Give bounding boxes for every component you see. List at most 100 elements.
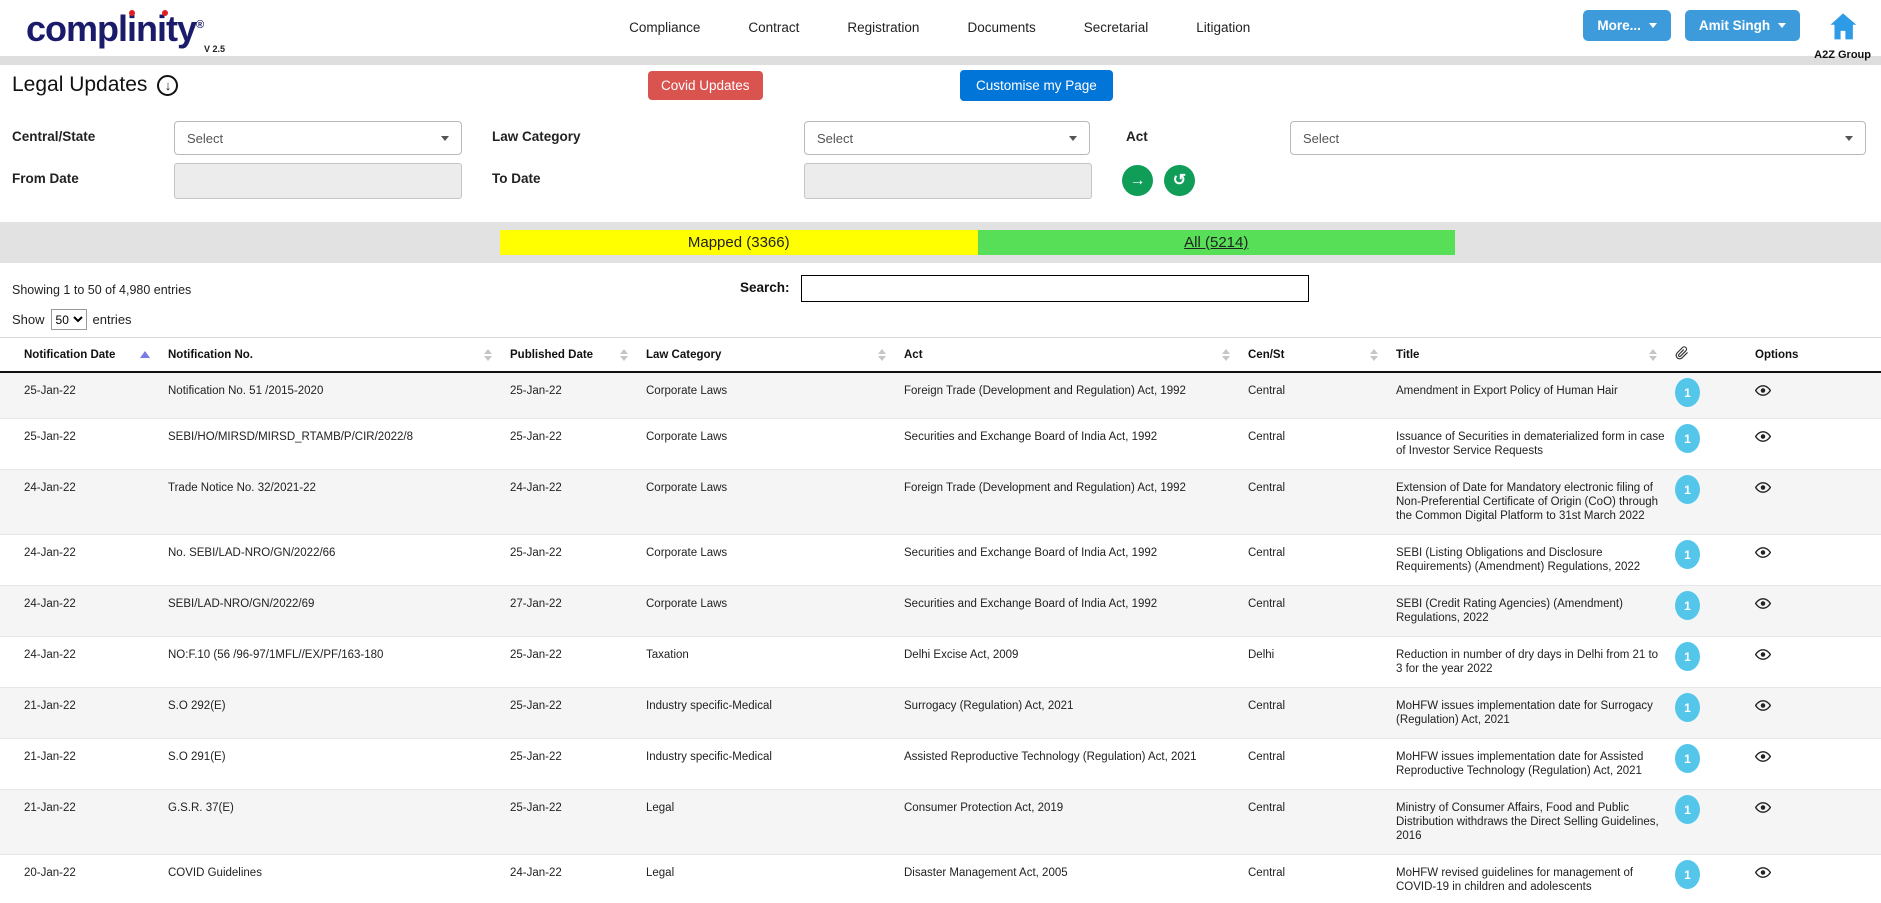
paperclip-icon <box>1675 351 1689 363</box>
table-row: 25-Jan-22 SEBI/HO/MIRSD/MIRSD_RTAMB/P/CI… <box>0 419 1881 470</box>
cell-act: Assisted Reproductive Technology (Regula… <box>904 739 1248 790</box>
cell-cen-st: Central <box>1248 419 1396 470</box>
sort-icons <box>484 349 492 361</box>
attachment-count-badge[interactable]: 1 <box>1675 795 1700 824</box>
title-row: Legal Updates ↓ Covid Updates Customise … <box>0 65 1881 107</box>
tab-bar: Mapped (3366) All (5214) <box>500 230 1455 255</box>
col-header-options: Options <box>1755 338 1881 373</box>
cell-law-category: Industry specific-Medical <box>646 688 904 739</box>
cell-title: Extension of Date for Mandatory electron… <box>1396 470 1675 535</box>
cell-law-category: Taxation <box>646 637 904 688</box>
cell-attachments: 1 <box>1675 637 1755 688</box>
col-header-title[interactable]: Title <box>1396 338 1675 373</box>
nav-item-litigation[interactable]: Litigation <box>1196 20 1250 35</box>
table-row: 21-Jan-22 G.S.R. 37(E) 25-Jan-22 Legal C… <box>0 790 1881 855</box>
view-details-icon[interactable] <box>1755 384 1771 401</box>
cell-act: Foreign Trade (Development and Regulatio… <box>904 372 1248 419</box>
act-select[interactable]: Select <box>1290 121 1866 155</box>
attachment-count-badge[interactable]: 1 <box>1675 475 1700 504</box>
tab-band: Mapped (3366) All (5214) <box>0 222 1881 263</box>
cell-attachments: 1 <box>1675 739 1755 790</box>
top-bar: complinity® V 2.5 Compliance Contract Re… <box>0 0 1881 56</box>
col-header-notification-date[interactable]: Notification Date <box>0 338 168 373</box>
table-row: 21-Jan-22 S.O 291(E) 25-Jan-22 Industry … <box>0 739 1881 790</box>
cell-law-category: Corporate Laws <box>646 372 904 419</box>
covid-updates-button[interactable]: Covid Updates <box>648 71 763 100</box>
cell-notification-no: S.O 291(E) <box>168 739 510 790</box>
sort-icons <box>1649 349 1657 361</box>
cell-cen-st: Central <box>1248 790 1396 855</box>
search-go-button[interactable]: → <box>1122 165 1153 196</box>
view-details-icon[interactable] <box>1755 750 1771 767</box>
col-header-law-category[interactable]: Law Category <box>646 338 904 373</box>
customise-my-page-button[interactable]: Customise my Page <box>960 70 1113 101</box>
cell-published-date: 24-Jan-22 <box>510 470 646 535</box>
cell-options <box>1755 535 1881 586</box>
cell-act: Disaster Management Act, 2005 <box>904 855 1248 903</box>
nav-item-contract[interactable]: Contract <box>748 20 799 35</box>
central-state-select[interactable]: Select <box>174 121 462 155</box>
view-details-icon[interactable] <box>1755 546 1771 563</box>
cell-notification-no: No. SEBI/LAD-NRO/GN/2022/66 <box>168 535 510 586</box>
nav-item-registration[interactable]: Registration <box>847 20 919 35</box>
view-details-icon[interactable] <box>1755 648 1771 665</box>
view-details-icon[interactable] <box>1755 430 1771 447</box>
logo-red-dot <box>129 10 135 16</box>
attachment-count-badge[interactable]: 1 <box>1675 378 1700 407</box>
attachment-count-badge[interactable]: 1 <box>1675 424 1700 453</box>
cell-notification-date: 20-Jan-22 <box>0 855 168 903</box>
cell-attachments: 1 <box>1675 790 1755 855</box>
attachment-count-badge[interactable]: 1 <box>1675 860 1700 889</box>
col-header-act[interactable]: Act <box>904 338 1248 373</box>
attachment-count-badge[interactable]: 1 <box>1675 540 1700 569</box>
col-header-cen-st[interactable]: Cen/St <box>1248 338 1396 373</box>
view-details-icon[interactable] <box>1755 866 1771 883</box>
attachment-count-badge[interactable]: 1 <box>1675 744 1700 773</box>
reset-button[interactable]: ↺ <box>1164 165 1195 196</box>
cell-published-date: 25-Jan-22 <box>510 688 646 739</box>
col-header-notification-no[interactable]: Notification No. <box>168 338 510 373</box>
show-label: Show <box>12 312 45 327</box>
cell-attachments: 1 <box>1675 470 1755 535</box>
chevron-down-icon <box>1778 23 1786 28</box>
table-row: 24-Jan-22 NO:F.10 (56 /96-97/1MFL//EX/PF… <box>0 637 1881 688</box>
view-details-icon[interactable] <box>1755 597 1771 614</box>
attachment-count-badge[interactable]: 1 <box>1675 642 1700 671</box>
from-date-input[interactable] <box>174 163 462 199</box>
nav-item-secretarial[interactable]: Secretarial <box>1084 20 1149 35</box>
view-details-icon[interactable] <box>1755 481 1771 498</box>
cell-title: MoHFW revised guidelines for management … <box>1396 855 1675 903</box>
showing-entries-text: Showing 1 to 50 of 4,980 entries <box>12 283 191 297</box>
cell-cen-st: Delhi <box>1248 637 1396 688</box>
more-button[interactable]: More... <box>1583 10 1671 41</box>
cell-notification-date: 21-Jan-22 <box>0 790 168 855</box>
attachment-count-badge[interactable]: 1 <box>1675 693 1700 722</box>
tab-all[interactable]: All (5214) <box>978 230 1456 255</box>
nav-item-compliance[interactable]: Compliance <box>629 20 700 35</box>
download-circle-icon[interactable]: ↓ <box>157 75 178 96</box>
cell-published-date: 25-Jan-22 <box>510 419 646 470</box>
attachment-count-badge[interactable]: 1 <box>1675 591 1700 620</box>
cell-published-date: 25-Jan-22 <box>510 372 646 419</box>
nav-item-documents[interactable]: Documents <box>967 20 1035 35</box>
view-details-icon[interactable] <box>1755 801 1771 818</box>
chevron-down-icon <box>1069 136 1077 141</box>
home-icon[interactable] <box>1826 10 1860 47</box>
cell-act: Delhi Excise Act, 2009 <box>904 637 1248 688</box>
page-size-select[interactable]: 50 <box>51 309 87 330</box>
col-header-published-date[interactable]: Published Date <box>510 338 646 373</box>
cell-published-date: 25-Jan-22 <box>510 535 646 586</box>
central-state-label: Central/State <box>12 129 95 144</box>
view-details-icon[interactable] <box>1755 699 1771 716</box>
cell-options <box>1755 372 1881 419</box>
to-date-input[interactable] <box>804 163 1092 199</box>
law-category-select[interactable]: Select <box>804 121 1090 155</box>
user-menu-button[interactable]: Amit Singh <box>1685 10 1800 41</box>
cell-cen-st: Central <box>1248 739 1396 790</box>
cell-law-category: Legal <box>646 855 904 903</box>
search-input[interactable] <box>801 275 1309 302</box>
tab-mapped[interactable]: Mapped (3366) <box>500 230 978 255</box>
cell-notification-date: 24-Jan-22 <box>0 535 168 586</box>
cell-notification-no: Notification No. 51 /2015-2020 <box>168 372 510 419</box>
filter-panel: Central/State Select Law Category Select… <box>0 107 1881 222</box>
